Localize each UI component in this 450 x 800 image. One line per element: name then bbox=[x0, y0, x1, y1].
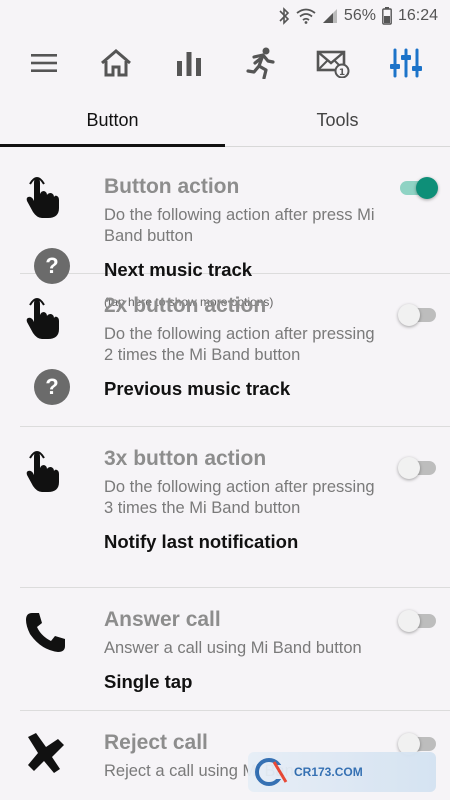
running-icon[interactable] bbox=[239, 41, 283, 85]
toggle-switch[interactable] bbox=[398, 175, 438, 199]
item-description: Do the following action after pressing 3… bbox=[104, 478, 375, 517]
watermark-logo: CR173.COM bbox=[248, 752, 436, 792]
watermark-text: CR173.COM bbox=[294, 765, 363, 779]
watermark-icon bbox=[255, 758, 288, 786]
item-title: Button action bbox=[104, 175, 240, 198]
item-description: Answer a call using Mi Band button bbox=[104, 639, 362, 657]
tab-button[interactable]: Button bbox=[0, 94, 225, 147]
list-item-answer-call[interactable]: Answer call Answer a call using Mi Band … bbox=[20, 588, 450, 711]
toggle-switch[interactable] bbox=[398, 455, 438, 479]
help-icon[interactable]: ? bbox=[34, 369, 70, 405]
battery-icon bbox=[382, 7, 392, 25]
signal-icon bbox=[322, 8, 338, 24]
item-description: Do the following action after pressing 2… bbox=[104, 325, 375, 364]
item-value[interactable]: Single tap bbox=[104, 671, 380, 693]
settings-sliders-icon[interactable] bbox=[384, 41, 428, 85]
tap-hand-icon bbox=[24, 177, 60, 223]
tap-hand-icon bbox=[24, 298, 60, 344]
list-item-2x-button-action[interactable]: ? 2x button action Do the following acti… bbox=[20, 274, 450, 427]
toggle-switch[interactable] bbox=[398, 608, 438, 632]
reject-call-icon bbox=[24, 733, 68, 779]
phone-icon bbox=[24, 613, 68, 658]
item-title: 2x button action bbox=[104, 294, 267, 317]
list-item-button-action[interactable]: ? Button action Do the following action … bbox=[20, 147, 450, 309]
tab-bar: Button Tools bbox=[0, 94, 450, 147]
menu-icon[interactable] bbox=[22, 41, 66, 85]
item-value[interactable]: Notify last notification bbox=[104, 531, 380, 553]
bar-chart-icon[interactable] bbox=[167, 41, 211, 85]
list-item-3x-button-action[interactable]: 3x button action Do the following action… bbox=[20, 427, 450, 588]
clock: 16:24 bbox=[397, 7, 438, 24]
item-description: Do the following action after press Mi B… bbox=[104, 206, 375, 245]
svg-text:1: 1 bbox=[339, 68, 345, 78]
home-icon[interactable] bbox=[94, 41, 138, 85]
tap-hand-icon bbox=[24, 451, 60, 497]
bluetooth-icon bbox=[278, 7, 290, 25]
top-navigation: 1 bbox=[0, 32, 450, 94]
wifi-icon bbox=[296, 8, 316, 24]
item-value[interactable]: Previous music track bbox=[104, 378, 380, 400]
settings-list: ? Button action Do the following action … bbox=[0, 147, 450, 791]
item-title: Answer call bbox=[104, 608, 221, 631]
item-title: 3x button action bbox=[104, 447, 267, 470]
tab-tools[interactable]: Tools bbox=[225, 94, 450, 146]
mail-notification-icon[interactable]: 1 bbox=[311, 41, 355, 85]
toggle-switch[interactable] bbox=[398, 302, 438, 326]
battery-percent: 56% bbox=[343, 7, 376, 24]
status-bar: 56% 16:24 bbox=[0, 0, 450, 32]
